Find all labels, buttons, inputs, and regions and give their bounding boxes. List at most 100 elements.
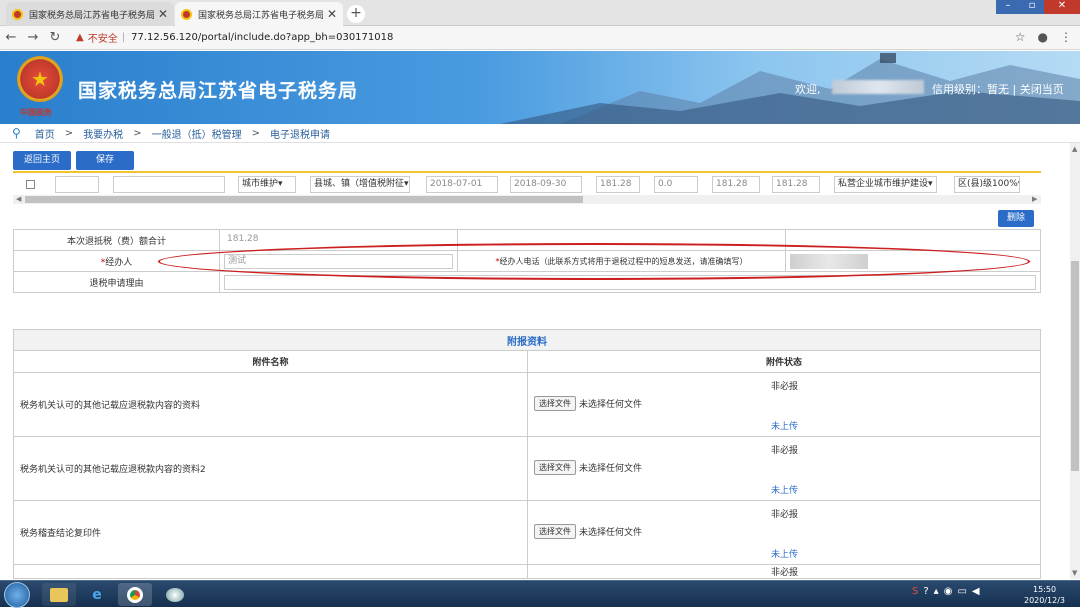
amount-field-4[interactable]: 181.28 — [772, 176, 820, 193]
emblem-caption: 中国税务 — [20, 108, 52, 117]
horizontal-scroll-thumb[interactable] — [25, 196, 583, 203]
red-highlight-ellipse — [158, 243, 1030, 280]
network-icon[interactable]: ◉ — [944, 586, 953, 597]
optional-label: 非必报 — [771, 510, 799, 520]
blank-cell-2[interactable] — [113, 176, 225, 193]
save-button[interactable]: 保存 — [76, 151, 134, 170]
back-arrow-icon[interactable]: ← — [0, 30, 22, 45]
breadcrumb-home[interactable]: 首页 — [35, 126, 55, 141]
breadcrumb-separator: > — [251, 127, 260, 139]
breadcrumb: ⚲ 首页 > 我要办税 > 一般退（抵）税管理 > 电子退税申请 — [0, 124, 1080, 143]
reload-icon[interactable]: ↻ — [44, 30, 66, 45]
start-date-field[interactable]: 2018-07-01 — [426, 176, 498, 193]
site-title: 国家税务总局江苏省电子税务局 — [78, 80, 359, 102]
volume-icon[interactable]: ◀ — [972, 586, 980, 597]
warning-icon: ▲ — [76, 32, 84, 43]
internet-explorer-icon[interactable]: e — [80, 583, 114, 606]
paint-app-icon[interactable] — [158, 583, 192, 606]
table-row: 税务机关认可的其他记载应退税款内容的资料 非必报 选择文件 未选择任何文件 未上传 — [13, 372, 1041, 437]
back-home-button[interactable]: 返回主页 — [13, 151, 71, 170]
upload-status: 未上传 — [771, 422, 799, 432]
choose-file-button[interactable]: 选择文件 — [534, 460, 576, 475]
close-tab-icon[interactable]: ✕ — [327, 7, 337, 21]
level-select[interactable]: 区(县)级100%▾ — [954, 176, 1020, 193]
attachment-name: 税务机关认可的其他记载应退税款内容的资料2 — [13, 436, 528, 501]
attachment-name — [13, 564, 528, 579]
col-attachment-name: 附件名称 — [13, 350, 528, 373]
attachment-status-cell: 非必报 选择文件 未选择任何文件 未上传 — [527, 500, 1041, 565]
breadcrumb-tax[interactable]: 我要办税 — [83, 126, 123, 141]
table-row: 税务稽查结论复印件 非必报 选择文件 未选择任何文件 未上传 — [13, 500, 1041, 565]
scroll-down-icon[interactable]: ▼ — [1072, 569, 1077, 577]
clock-time: 15:50 — [1032, 585, 1057, 594]
bookmark-star-icon[interactable]: ☆ — [1015, 30, 1026, 44]
minimize-icon[interactable]: – — [996, 0, 1020, 14]
table-row: 城市维护▾ 县城、镇（增值税附征▾ 2018-07-01 2018-09-30 … — [13, 175, 1041, 195]
maximize-icon[interactable]: ▫ — [1020, 0, 1044, 14]
browser-tab-bar: 国家税务总局江苏省电子税务局 ✕ 国家税务总局江苏省电子税务局 ✕ + – ▫ … — [0, 0, 1080, 26]
chrome-icon[interactable] — [118, 583, 152, 606]
file-explorer-icon[interactable] — [42, 583, 76, 606]
breadcrumb-separator: > — [133, 127, 142, 139]
no-file-text: 未选择任何文件 — [579, 400, 643, 410]
scroll-right-icon[interactable]: ▶ — [1032, 195, 1037, 203]
security-label: 不安全 — [87, 34, 118, 45]
total-label: 本次退抵税（费）额合计 — [13, 229, 220, 251]
vertical-scroll-thumb[interactable] — [1071, 261, 1079, 471]
reason-label: 退税申请理由 — [13, 271, 220, 293]
breadcrumb-separator: > — [64, 127, 74, 139]
location-pin-icon: ⚲ — [12, 126, 21, 140]
new-tab-button[interactable]: + — [347, 5, 365, 23]
region-select[interactable]: 县城、镇（增值税附征▾ — [310, 176, 410, 193]
blank-cell-1[interactable] — [55, 176, 99, 193]
horizontal-scrollbar[interactable]: ◀ ▶ — [13, 195, 1041, 204]
upload-status: 未上传 — [771, 486, 799, 496]
clock-date: 2020/12/3 — [1024, 596, 1066, 605]
optional-label: 非必报 — [771, 382, 799, 392]
help-icon[interactable]: ? — [923, 586, 928, 597]
table-row: 税务机关认可的其他记载应退税款内容的资料2 非必报 选择文件 未选择任何文件 未上… — [13, 436, 1041, 501]
close-tab-icon[interactable]: ✕ — [158, 7, 168, 21]
credit-and-close-links[interactable]: 信用级别：暂无 | 关闭当页 — [932, 81, 1064, 97]
window-controls: – ▫ ✕ — [996, 0, 1080, 14]
breadcrumb-refund-mgmt[interactable]: 一般退（抵）税管理 — [152, 126, 242, 141]
attachment-status-cell: 非必报 选择文件 未选择任何文件 未上传 — [527, 372, 1041, 437]
display-icon[interactable]: ▭ — [957, 586, 966, 597]
item-select[interactable]: 私营企业城市维护建设▾ — [834, 176, 937, 193]
tray-expand-icon[interactable]: ▴ — [934, 586, 939, 597]
taskbar-clock[interactable]: 15:50 2020/12/3 — [1024, 584, 1065, 606]
tax-favicon-icon — [12, 8, 23, 20]
start-button[interactable] — [4, 582, 30, 608]
emblem-star-icon: ★ — [17, 56, 63, 102]
tax-favicon-icon — [181, 8, 192, 20]
browser-tab-1[interactable]: 国家税务总局江苏省电子税务局 ✕ — [6, 2, 174, 26]
scroll-left-icon[interactable]: ◀ — [16, 195, 21, 203]
welcome-text: 欢迎, — [795, 83, 821, 96]
row-checkbox[interactable] — [26, 180, 35, 189]
end-date-field[interactable]: 2018-09-30 — [510, 176, 582, 193]
choose-file-button[interactable]: 选择文件 — [534, 524, 576, 539]
browser-tab-2[interactable]: 国家税务总局江苏省电子税务局 ✕ — [175, 2, 343, 26]
attachment-name: 税务机关认可的其他记载应退税款内容的资料 — [13, 372, 528, 437]
attachments-table: 附报资料 附件名称 附件状态 税务机关认可的其他记载应退税款内容的资料 非必报 … — [13, 329, 1041, 579]
table-row: 非必报 — [13, 564, 1041, 579]
tab-title: 国家税务总局江苏省电子税务局 — [198, 10, 323, 21]
menu-icon[interactable]: ⋮ — [1060, 30, 1072, 44]
ime-icon[interactable]: S — [912, 586, 918, 597]
window-close-icon[interactable]: ✕ — [1044, 0, 1080, 14]
vertical-scrollbar[interactable]: ▲ ▼ — [1070, 143, 1080, 579]
delete-button[interactable]: 删除 — [998, 210, 1034, 227]
tab-title: 国家税务总局江苏省电子税务局 — [29, 10, 154, 21]
tax-type-select[interactable]: 城市维护▾ — [238, 176, 296, 193]
choose-file-button[interactable]: 选择文件 — [534, 396, 576, 411]
amount-field-1[interactable]: 181.28 — [596, 176, 640, 193]
profile-icon[interactable]: ● — [1038, 30, 1048, 44]
forward-arrow-icon[interactable]: → — [22, 30, 44, 45]
no-file-text: 未选择任何文件 — [579, 528, 643, 538]
url-field[interactable]: ▲ 不安全 | 77.12.56.120/portal/include.do?a… — [76, 30, 393, 45]
amount-field-3[interactable]: 181.28 — [712, 176, 760, 193]
scroll-up-icon[interactable]: ▲ — [1072, 145, 1077, 153]
amount-field-2[interactable]: 0.0 — [654, 176, 698, 193]
breadcrumb-current[interactable]: 电子退税申请 — [270, 126, 330, 141]
redacted-username — [832, 80, 924, 94]
